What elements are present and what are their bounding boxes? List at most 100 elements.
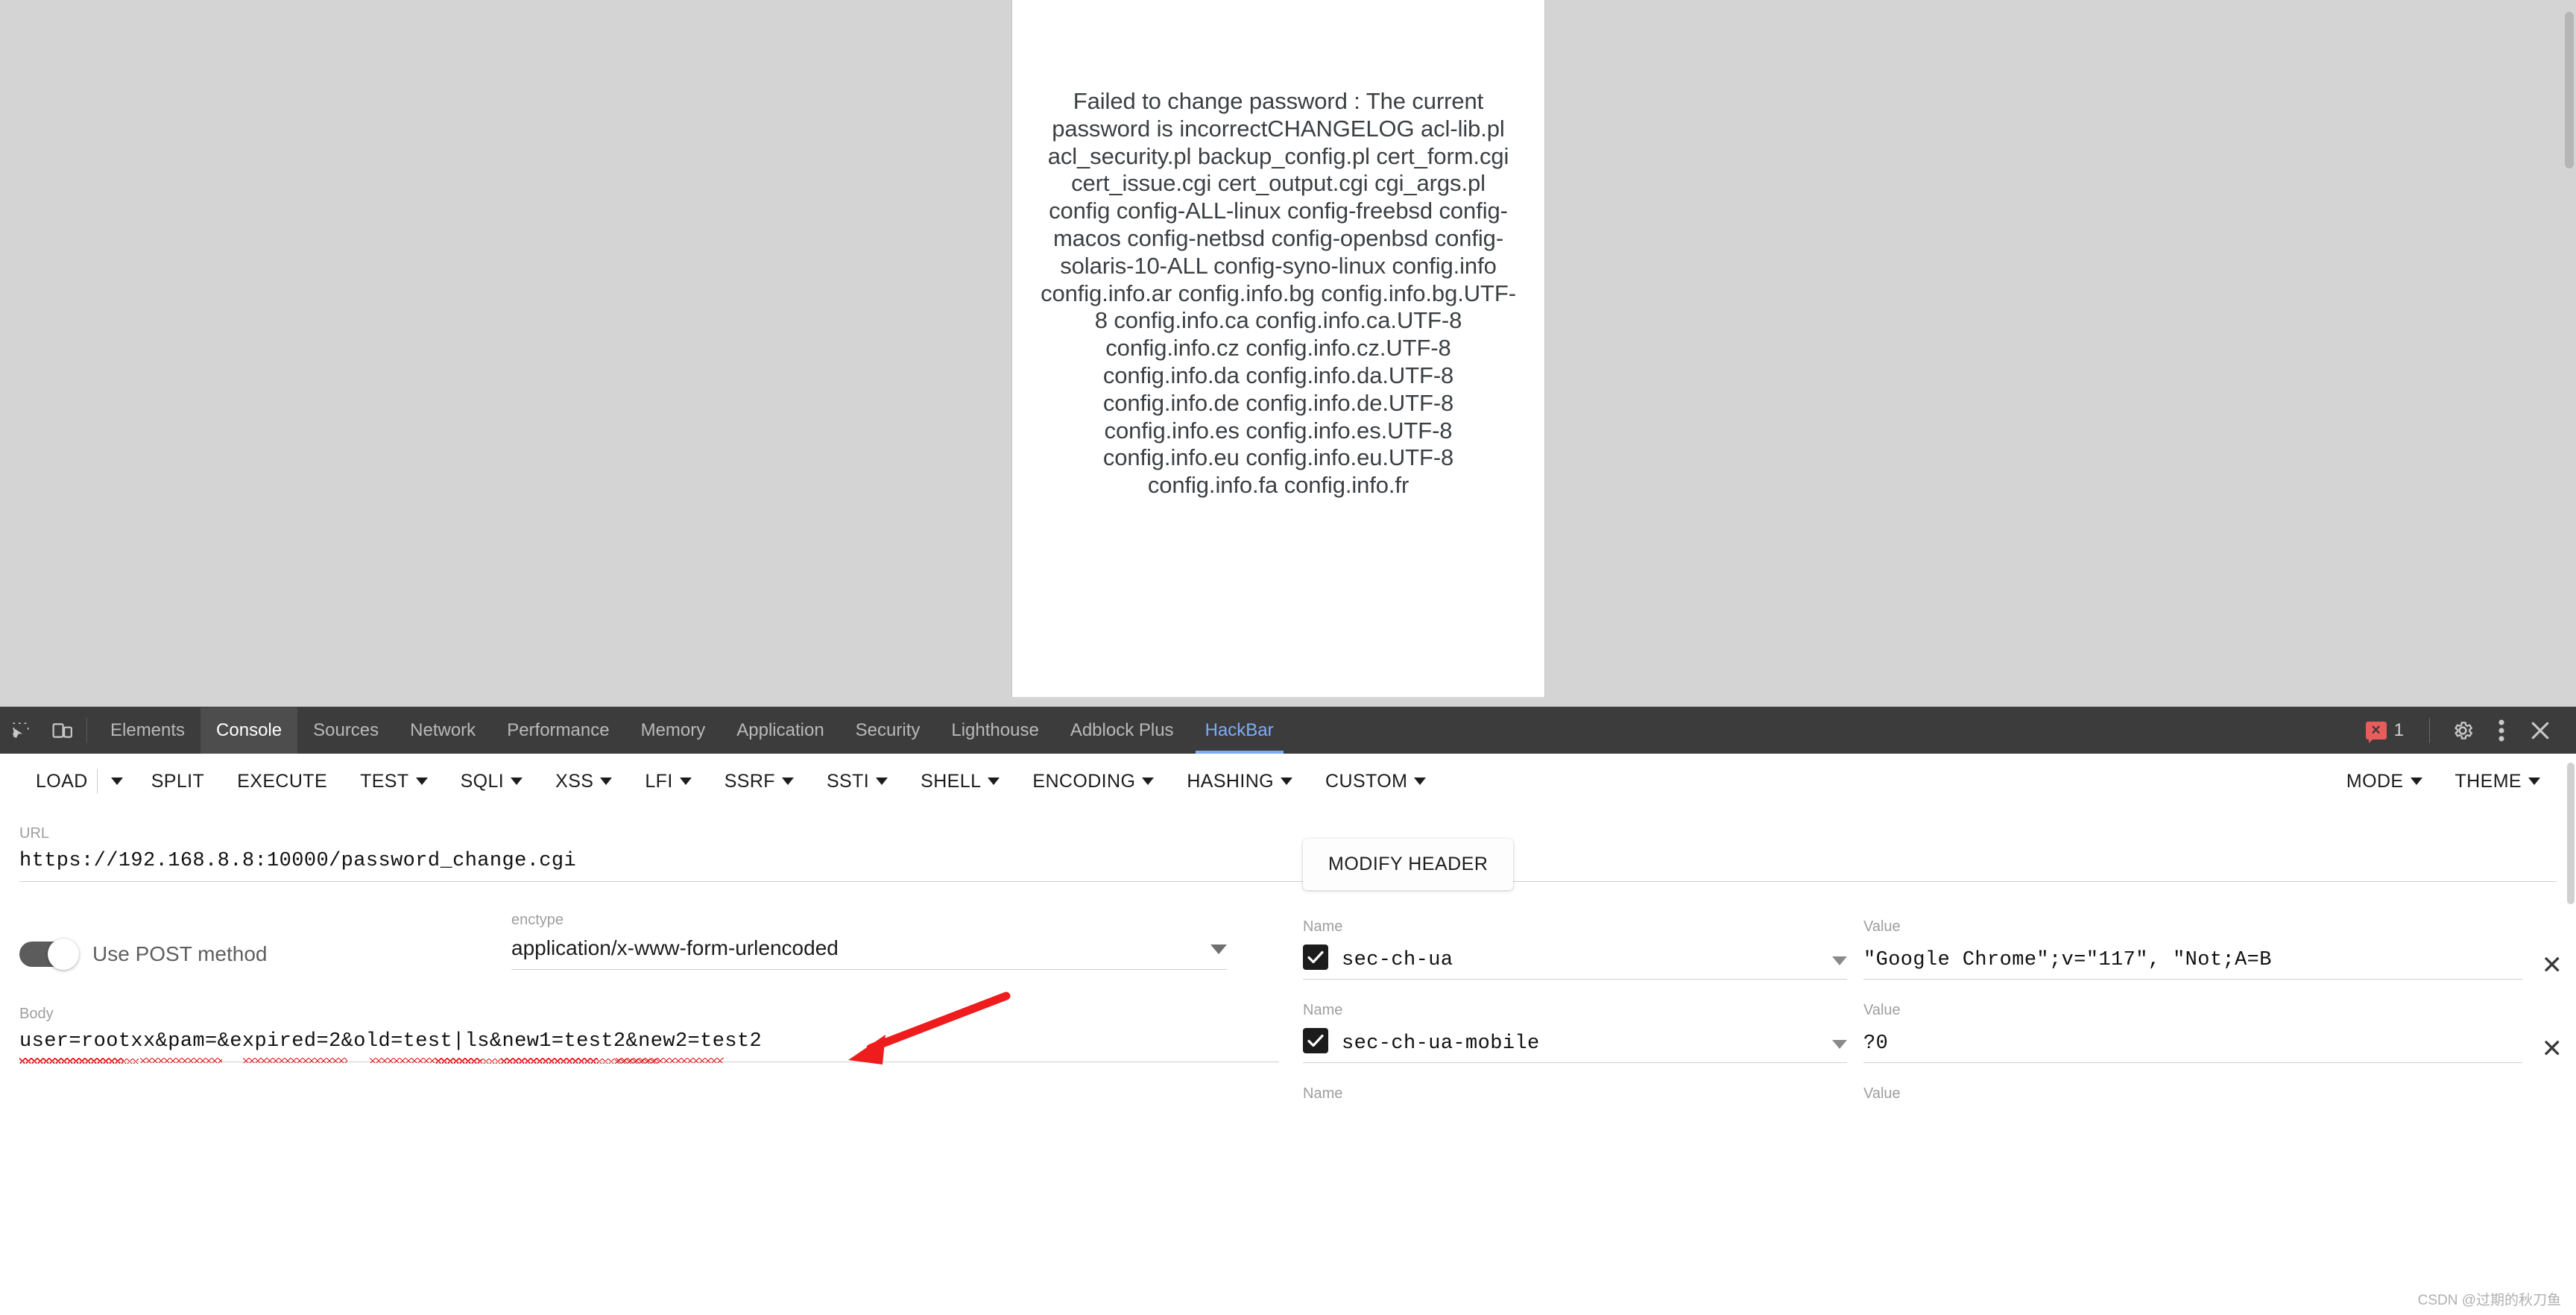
devtools-tab-performance[interactable]: Performance [491, 707, 625, 754]
header-row: sec-ch-ua "Google Chrome";v="117", "Not;… [1303, 945, 2563, 980]
header-name-cell: sec-ch-ua [1303, 945, 1847, 980]
hackbar-load-dropdown[interactable] [99, 778, 135, 785]
header-value-cell: ?0 [1863, 1032, 2522, 1063]
enctype-field-group: enctype application/x-www-form-urlencode… [511, 912, 1227, 970]
chevron-down-icon [110, 778, 123, 785]
header-enabled-checkbox[interactable] [1303, 1028, 1328, 1053]
hackbar-sqli-menu[interactable]: SQLI [444, 771, 540, 792]
spellcheck-underline [616, 1058, 724, 1063]
spellcheck-underline [501, 1058, 598, 1063]
hackbar-theme-menu[interactable]: THEME [2439, 771, 2557, 792]
hackbar-scrollbar[interactable] [2566, 763, 2576, 1315]
chevron-down-icon [1281, 778, 1293, 785]
header-name-cell: sec-ch-ua-mobile [1303, 1028, 1847, 1063]
post-method-toggle-group[interactable]: Use POST method [19, 939, 511, 970]
hackbar-shell-label: SHELL [921, 770, 982, 792]
chevron-down-icon [679, 778, 692, 785]
enctype-label: enctype [511, 912, 564, 928]
hackbar-shell-menu[interactable]: SHELL [904, 771, 1016, 792]
header-value-input[interactable]: ?0 [1863, 1032, 2522, 1055]
devtools-tab-adblock-plus[interactable]: Adblock Plus [1055, 707, 1190, 754]
hackbar-lfi-label: LFI [645, 770, 673, 792]
hackbar-encoding-label: ENCODING [1032, 770, 1136, 792]
spellcheck-underline [243, 1058, 347, 1063]
header-name-input[interactable]: sec-ch-ua-mobile [1342, 1032, 1819, 1055]
gear-icon[interactable] [2443, 719, 2482, 742]
devtools-tab-hackbar[interactable]: HackBar [1190, 707, 1289, 754]
chevron-down-icon [511, 778, 523, 785]
hackbar-sqli-label: SQLI [460, 770, 505, 792]
chevron-down-icon [876, 778, 888, 785]
hackbar-theme-label: THEME [2455, 770, 2522, 792]
devtools-panel: Elements Console Sources Network Perform… [0, 707, 2576, 1315]
devtools-tab-console[interactable]: Console [201, 707, 298, 754]
hackbar-mode-label: MODE [2346, 770, 2404, 792]
devtools-tab-application[interactable]: Application [721, 707, 839, 754]
devtools-tab-lighthouse[interactable]: Lighthouse [935, 707, 1054, 754]
spellcheck-underline [140, 1058, 222, 1063]
hackbar-scrollbar-thumb[interactable] [2567, 763, 2575, 904]
hackbar-toolbar: LOAD SPLIT EXECUTE TEST SQLI XSS LFI SSR… [0, 754, 2576, 809]
device-toolbar-icon[interactable] [42, 707, 83, 754]
chevron-down-icon[interactable] [1832, 956, 1847, 965]
devtools-tab-security[interactable]: Security [840, 707, 936, 754]
hackbar-execute-button[interactable]: EXECUTE [221, 771, 344, 792]
toggle-knob [48, 939, 79, 970]
page-body-text: Failed to change password : The current … [1041, 88, 1516, 499]
csdn-watermark: CSDN @过期的秋刀鱼 [2417, 1293, 2561, 1308]
chevron-down-icon [415, 778, 428, 785]
devtools-tab-sources[interactable]: Sources [297, 707, 394, 754]
browser-scrollbar-thumb[interactable] [2565, 12, 2574, 168]
use-post-method-label: Use POST method [92, 942, 268, 965]
hackbar-custom-label: CUSTOM [1325, 770, 1408, 792]
devtools-tab-elements[interactable]: Elements [95, 707, 201, 754]
hackbar-lfi-menu[interactable]: LFI [628, 771, 707, 792]
use-post-method-toggle[interactable] [19, 939, 79, 970]
body-field-group: Body user=rootxx&pam=&expired=2&old=test… [19, 1006, 1279, 1063]
header-value-label: Value [1863, 1002, 1901, 1018]
hackbar-load-button[interactable]: LOAD [19, 771, 95, 792]
chevron-down-icon [2410, 778, 2422, 785]
toolbar-divider [96, 769, 98, 794]
header-value-label: Value [1863, 1085, 1901, 1102]
hackbar-hashing-menu[interactable]: HASHING [1170, 771, 1309, 792]
devtools-tab-memory[interactable]: Memory [625, 707, 722, 754]
hackbar-split-button[interactable]: SPLIT [135, 771, 221, 792]
body-label: Body [19, 1006, 54, 1022]
header-name-label: Name [1303, 1085, 1343, 1102]
close-icon[interactable] [2521, 720, 2560, 741]
hackbar-mode-menu[interactable]: MODE [2330, 771, 2439, 792]
chevron-down-icon[interactable] [1832, 1040, 1847, 1049]
inspect-element-icon[interactable] [0, 707, 42, 754]
body-input[interactable]: user=rootxx&pam=&expired=2&old=test|ls&n… [19, 1030, 1279, 1063]
chevron-down-icon [988, 778, 1000, 785]
chevron-down-icon [781, 778, 794, 785]
header-row-labels: Name Value [1303, 1085, 2563, 1110]
chevron-down-icon [2528, 778, 2540, 785]
header-name-input[interactable]: sec-ch-ua [1342, 949, 1819, 971]
devtools-tab-network[interactable]: Network [394, 707, 491, 754]
hackbar-custom-menu[interactable]: CUSTOM [1309, 771, 1442, 792]
toolbar-divider [86, 718, 87, 743]
header-row-labels: Name Value [1303, 918, 2563, 943]
remove-header-icon[interactable]: ✕ [2542, 953, 2563, 978]
spellcheck-underline [370, 1058, 482, 1063]
browser-scrollbar[interactable] [2563, 0, 2576, 707]
enctype-select[interactable]: application/x-www-form-urlencoded [511, 936, 1227, 970]
remove-header-icon[interactable]: ✕ [2542, 1036, 2563, 1062]
header-row-labels: Name Value [1303, 1002, 2563, 1027]
hackbar-ssti-menu[interactable]: SSTI [810, 771, 904, 792]
error-badge[interactable]: ✕ 1 [2365, 720, 2404, 743]
hackbar-ssti-label: SSTI [826, 770, 870, 792]
devtools-tabbar: Elements Console Sources Network Perform… [0, 707, 2576, 754]
header-enabled-checkbox[interactable] [1303, 945, 1328, 970]
hackbar-ssrf-menu[interactable]: SSRF [708, 771, 810, 792]
header-value-input[interactable]: "Google Chrome";v="117", "Not;A=B [1863, 949, 2522, 971]
modify-header-button[interactable]: MODIFY HEADER [1303, 839, 1514, 890]
hackbar-xss-menu[interactable]: XSS [539, 771, 628, 792]
more-vertical-icon[interactable] [2482, 719, 2521, 742]
header-name-label: Name [1303, 918, 1343, 935]
hackbar-test-menu[interactable]: TEST [344, 771, 444, 792]
hackbar-hashing-label: HASHING [1187, 770, 1275, 792]
hackbar-encoding-menu[interactable]: ENCODING [1016, 771, 1170, 792]
